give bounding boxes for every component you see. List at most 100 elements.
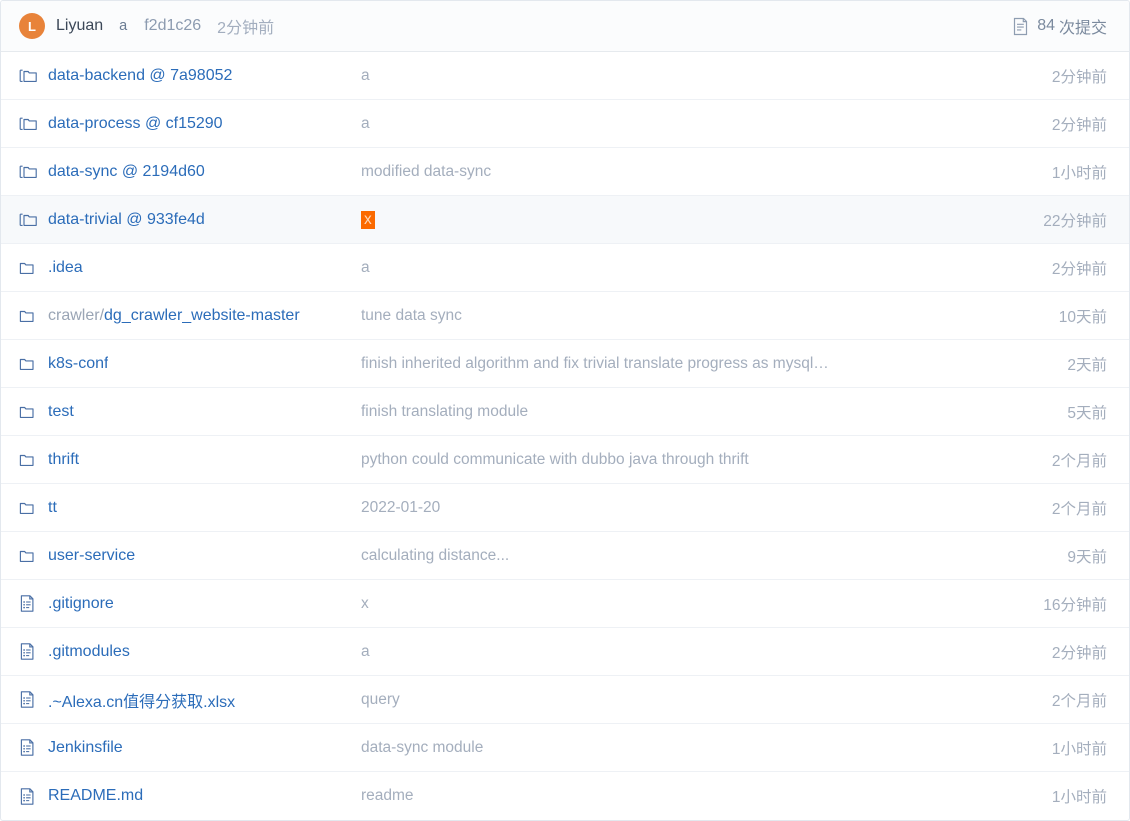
file-icon — [19, 642, 41, 661]
file-name-text: thrift — [48, 450, 80, 468]
file-name-link[interactable]: thrift — [48, 451, 79, 469]
commit-message-cell[interactable]: finish translating module — [361, 403, 979, 421]
submodule-folder-icon — [19, 164, 41, 180]
file-name-link[interactable]: data-trivial @ 933fe4d — [48, 211, 205, 229]
table-row[interactable]: tt 2022-01-20 2个月前 — [1, 484, 1129, 532]
file-name-cell: thrift — [19, 451, 361, 469]
table-row[interactable]: k8s-conf finish inherited algorithm and f… — [1, 340, 1129, 388]
file-name-link[interactable]: user-service — [48, 547, 135, 565]
commit-message-cell[interactable]: a — [361, 643, 979, 661]
file-name-text: data-trivial @ 933fe4d — [48, 210, 205, 228]
table-row[interactable]: .gitmodules a 2分钟前 — [1, 628, 1129, 676]
file-icon — [19, 738, 41, 757]
commit-message-text: finish inherited algorithm and fix trivi… — [361, 354, 829, 372]
table-row[interactable]: data-backend @ 7a98052 a 2分钟前 — [1, 52, 1129, 100]
file-icon — [19, 787, 41, 806]
table-row[interactable]: thrift python could communicate with dubb… — [1, 436, 1129, 484]
table-row[interactable]: Jenkinsfile data-sync module 1小时前 — [1, 724, 1129, 772]
folder-icon — [19, 500, 41, 516]
commit-time-cell: 2分钟前 — [1051, 68, 1107, 86]
commit-time-cell: 2分钟前 — [1051, 116, 1107, 134]
table-row[interactable]: test finish translating module 5天前 — [1, 388, 1129, 436]
commit-message-cell[interactable]: a — [361, 259, 979, 277]
commit-message-text: readme — [361, 787, 414, 804]
repository-file-browser: L Liyuan a f2d1c26 2分钟前 84 次提交 data-back… — [0, 0, 1130, 821]
file-name-link[interactable]: tt — [48, 499, 57, 517]
commit-message-text: python could communicate with dubbo java… — [361, 450, 749, 468]
file-name-link[interactable]: test — [48, 403, 74, 421]
commit-message[interactable]: a — [119, 18, 127, 34]
commit-message-cell[interactable]: tune data sync — [361, 307, 979, 325]
file-name-text: dg_crawler_website-master — [104, 306, 300, 324]
file-name-link[interactable]: .gitignore — [48, 595, 114, 613]
file-name-link[interactable]: .gitmodules — [48, 643, 130, 661]
file-name-link[interactable]: k8s-conf — [48, 355, 108, 373]
file-name-cell: k8s-conf — [19, 355, 361, 373]
table-row[interactable]: data-sync @ 2194d60 modified data-sync 1小时… — [1, 148, 1129, 196]
file-name-text: .idea — [48, 258, 83, 276]
file-name-link[interactable]: crawler/dg_crawler_website-master — [48, 307, 300, 325]
commit-sha[interactable]: f2d1c26 — [144, 17, 201, 35]
table-row[interactable]: user-service calculating distance... 9天前 — [1, 532, 1129, 580]
commit-time-cell: 1小时前 — [1051, 164, 1107, 182]
commit-message-cell[interactable]: query — [361, 691, 979, 709]
file-name-cell: .~Alexa.cn值得分获取.xlsx — [19, 688, 361, 712]
commit-time-cell: 2个月前 — [1051, 692, 1107, 710]
submodule-folder-icon — [19, 212, 41, 228]
commit-message-cell[interactable]: readme — [361, 787, 979, 805]
table-row[interactable]: data-trivial @ 933fe4d x 22分钟前 — [1, 196, 1129, 244]
file-name-link[interactable]: data-process @ cf15290 — [48, 115, 223, 133]
file-name-text: user-service — [48, 546, 136, 564]
table-row[interactable]: .gitignore x 16分钟前 — [1, 580, 1129, 628]
commit-message-cell[interactable]: data-sync module — [361, 739, 979, 757]
table-row[interactable]: README.md readme 1小时前 — [1, 772, 1129, 820]
table-row[interactable]: .~Alexa.cn值得分获取.xlsx query 2个月前 — [1, 676, 1129, 724]
file-name-link[interactable]: .~Alexa.cn值得分获取.xlsx — [48, 688, 235, 712]
commit-message-text: query — [361, 690, 400, 708]
commit-message-cell[interactable]: x — [361, 210, 979, 229]
submodule-folder-icon — [19, 116, 41, 132]
file-name-cell: crawler/dg_crawler_website-master — [19, 307, 361, 325]
commit-message-cell[interactable]: finish inherited algorithm and fix trivi… — [361, 355, 979, 373]
file-name-text: data-sync @ 2194d60 — [48, 162, 205, 180]
table-row[interactable]: .idea a 2分钟前 — [1, 244, 1129, 292]
commit-time-cell: 2个月前 — [1051, 500, 1107, 518]
file-name-cell: user-service — [19, 547, 361, 565]
commit-time-cell: 22分钟前 — [1043, 212, 1107, 230]
file-icon — [19, 690, 41, 709]
commit-message-text: 2022-01-20 — [361, 498, 441, 516]
commit-message-cell[interactable]: calculating distance... — [361, 547, 979, 565]
file-name-text: data-process @ cf15290 — [48, 114, 223, 132]
file-name-link[interactable]: data-sync @ 2194d60 — [48, 163, 205, 181]
commit-message-text: a — [361, 114, 370, 132]
commit-message-text: a — [361, 258, 370, 276]
commit-message-text: data-sync module — [361, 738, 484, 756]
selected-text: x — [361, 210, 375, 229]
commit-time-cell: 2分钟前 — [1051, 260, 1107, 278]
file-name-link[interactable]: README.md — [48, 787, 143, 805]
table-row[interactable]: data-process @ cf15290 a 2分钟前 — [1, 100, 1129, 148]
commit-message-cell[interactable]: 2022-01-20 — [361, 499, 979, 517]
commit-message-cell[interactable]: x — [361, 595, 979, 613]
commit-message-text: finish translating module — [361, 402, 529, 420]
file-name-link[interactable]: data-backend @ 7a98052 — [48, 67, 232, 85]
commit-time-cell: 5天前 — [1067, 404, 1107, 422]
file-name-cell: Jenkinsfile — [19, 738, 361, 757]
commit-message-text: a — [361, 642, 370, 660]
commit-time-cell: 9天前 — [1067, 548, 1107, 566]
table-row[interactable]: crawler/dg_crawler_website-master tune da… — [1, 292, 1129, 340]
commit-message-cell[interactable]: python could communicate with dubbo java… — [361, 451, 979, 469]
avatar[interactable]: L — [19, 13, 45, 39]
commit-message-cell[interactable]: a — [361, 115, 979, 133]
file-name-cell: .gitmodules — [19, 642, 361, 661]
file-name-text: Jenkinsfile — [48, 738, 123, 756]
commit-time-cell: 2天前 — [1067, 356, 1107, 374]
file-name-link[interactable]: .idea — [48, 259, 83, 277]
file-name-link[interactable]: Jenkinsfile — [48, 739, 123, 757]
commit-message-cell[interactable]: a — [361, 67, 979, 85]
file-name-text: .gitmodules — [48, 642, 130, 660]
commit-message-cell[interactable]: modified data-sync — [361, 163, 979, 181]
commit-author[interactable]: Liyuan — [56, 17, 103, 35]
file-name-cell: data-backend @ 7a98052 — [19, 67, 361, 85]
commit-count-link[interactable]: 84 次提交 — [1012, 14, 1107, 38]
